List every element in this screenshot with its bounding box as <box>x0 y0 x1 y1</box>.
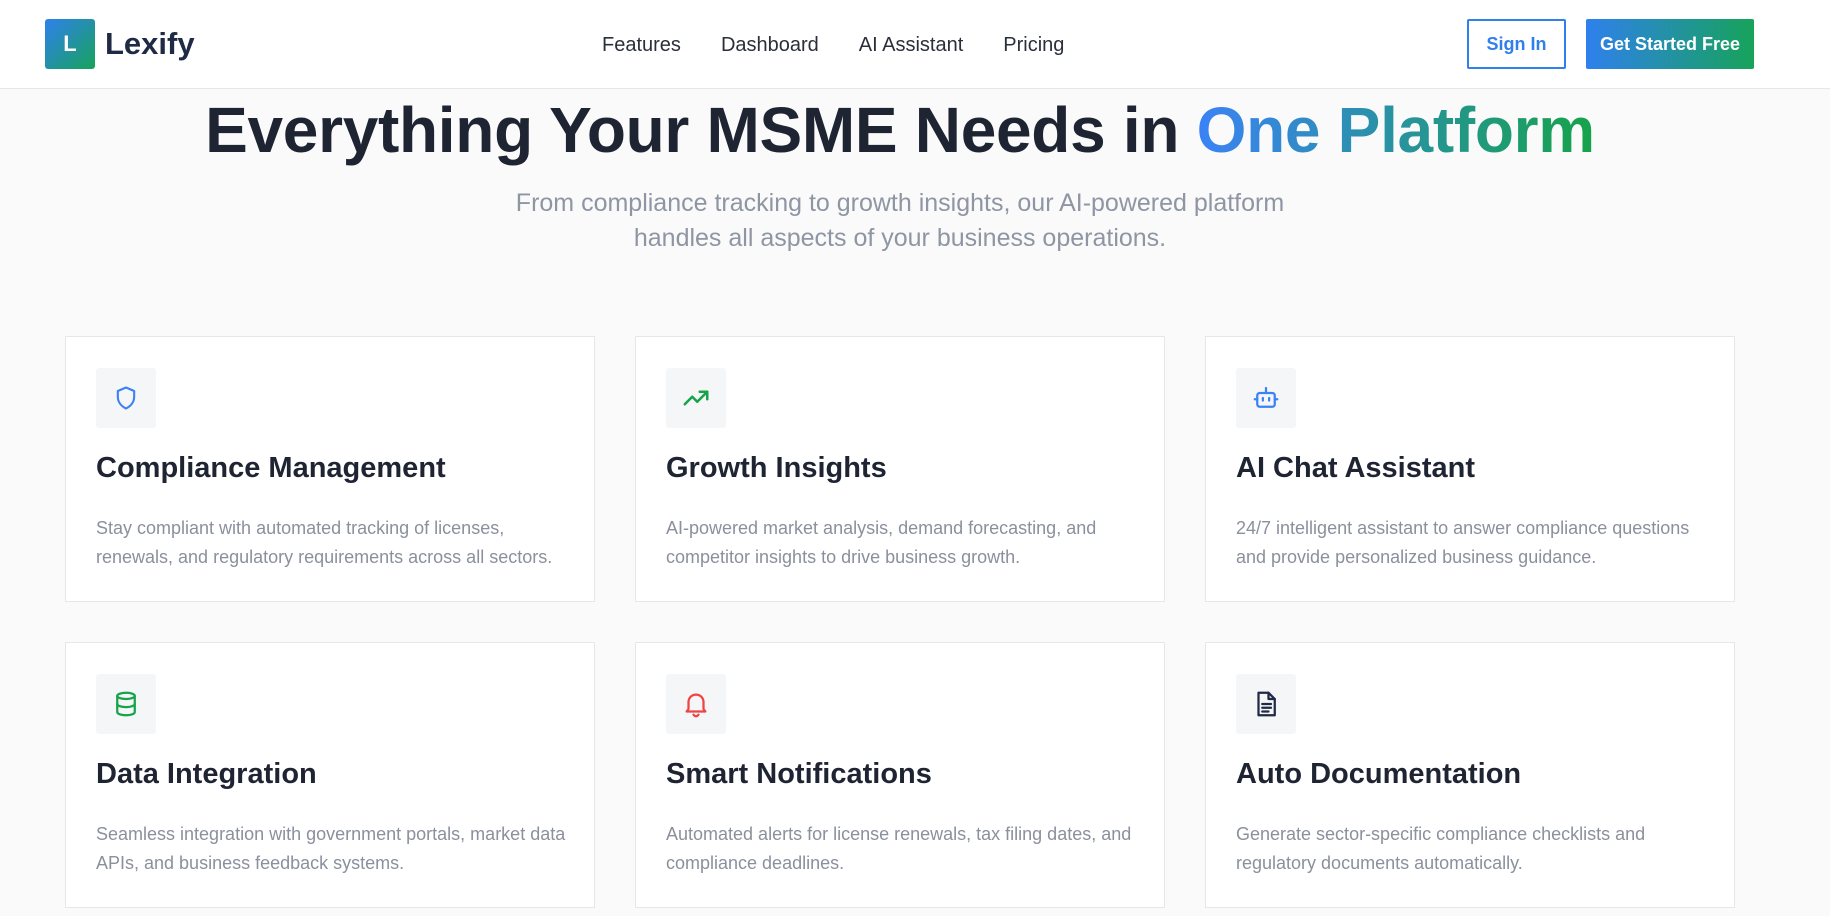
feature-description: Automated alerts for license renewals, t… <box>666 824 1132 873</box>
feature-title: Growth Insights <box>666 452 887 484</box>
feature-card-notifications: Smart Notifications Automated alerts for… <box>635 642 1165 908</box>
get-started-button[interactable]: Get Started Free <box>1586 19 1754 69</box>
main-nav: Features Dashboard AI Assistant Pricing <box>602 31 1064 59</box>
database-icon <box>96 674 156 734</box>
feature-title: Data Integration <box>96 758 317 790</box>
feature-description: 24/7 intelligent assistant to answer com… <box>1236 518 1690 567</box>
hero-title-accent: One Platform <box>1196 94 1596 166</box>
feature-card-growth: Growth Insights AI-powered market analys… <box>635 336 1165 602</box>
feature-card-auto-documentation: Auto Documentation Generate sector-speci… <box>1205 642 1735 908</box>
brand-name: Lexify <box>105 26 195 61</box>
feature-title: Smart Notifications <box>666 758 932 790</box>
hero-subtitle-line-1: From compliance tracking to growth insig… <box>515 189 1285 217</box>
feature-card-ai-chat: AI Chat Assistant 24/7 intelligent assis… <box>1205 336 1735 602</box>
feature-title: Auto Documentation <box>1236 758 1522 790</box>
hero-subtitle-line-2: handles all aspects of your business ope… <box>633 224 1167 252</box>
feature-description: Generate sector-specific compliance chec… <box>1236 824 1646 873</box>
hero-subtitle: From compliance tracking to growth insig… <box>490 186 1310 256</box>
feature-card-compliance: Compliance Management Stay compliant wit… <box>65 336 595 602</box>
hero-title: Everything Your MSME Needs in One Platfo… <box>0 94 1800 166</box>
nav-link-features[interactable]: Features <box>602 31 681 59</box>
feature-description: Stay compliant with automated tracking o… <box>96 518 553 567</box>
top-navbar: L Lexify Features Dashboard AI Assistant… <box>0 0 1830 89</box>
feature-title: Compliance Management <box>96 452 446 484</box>
document-icon <box>1236 674 1296 734</box>
bell-icon <box>666 674 726 734</box>
brand-logo-link[interactable]: L Lexify <box>45 19 195 69</box>
feature-description: AI-powered market analysis, demand forec… <box>666 518 1097 567</box>
logo-icon: L <box>45 19 95 69</box>
shield-icon <box>96 368 156 428</box>
nav-link-pricing[interactable]: Pricing <box>1003 31 1064 59</box>
feature-description: Seamless integration with government por… <box>96 824 566 873</box>
trending-up-icon <box>666 368 726 428</box>
feature-title: AI Chat Assistant <box>1236 452 1476 484</box>
hero-title-main: Everything Your MSME Needs in <box>205 94 1197 166</box>
nav-link-dashboard[interactable]: Dashboard <box>721 31 819 59</box>
feature-card-data-integration: Data Integration Seamless integration wi… <box>65 642 595 908</box>
nav-link-ai-assistant[interactable]: AI Assistant <box>859 31 964 59</box>
sign-in-button[interactable]: Sign In <box>1467 19 1566 69</box>
bot-icon <box>1236 368 1296 428</box>
